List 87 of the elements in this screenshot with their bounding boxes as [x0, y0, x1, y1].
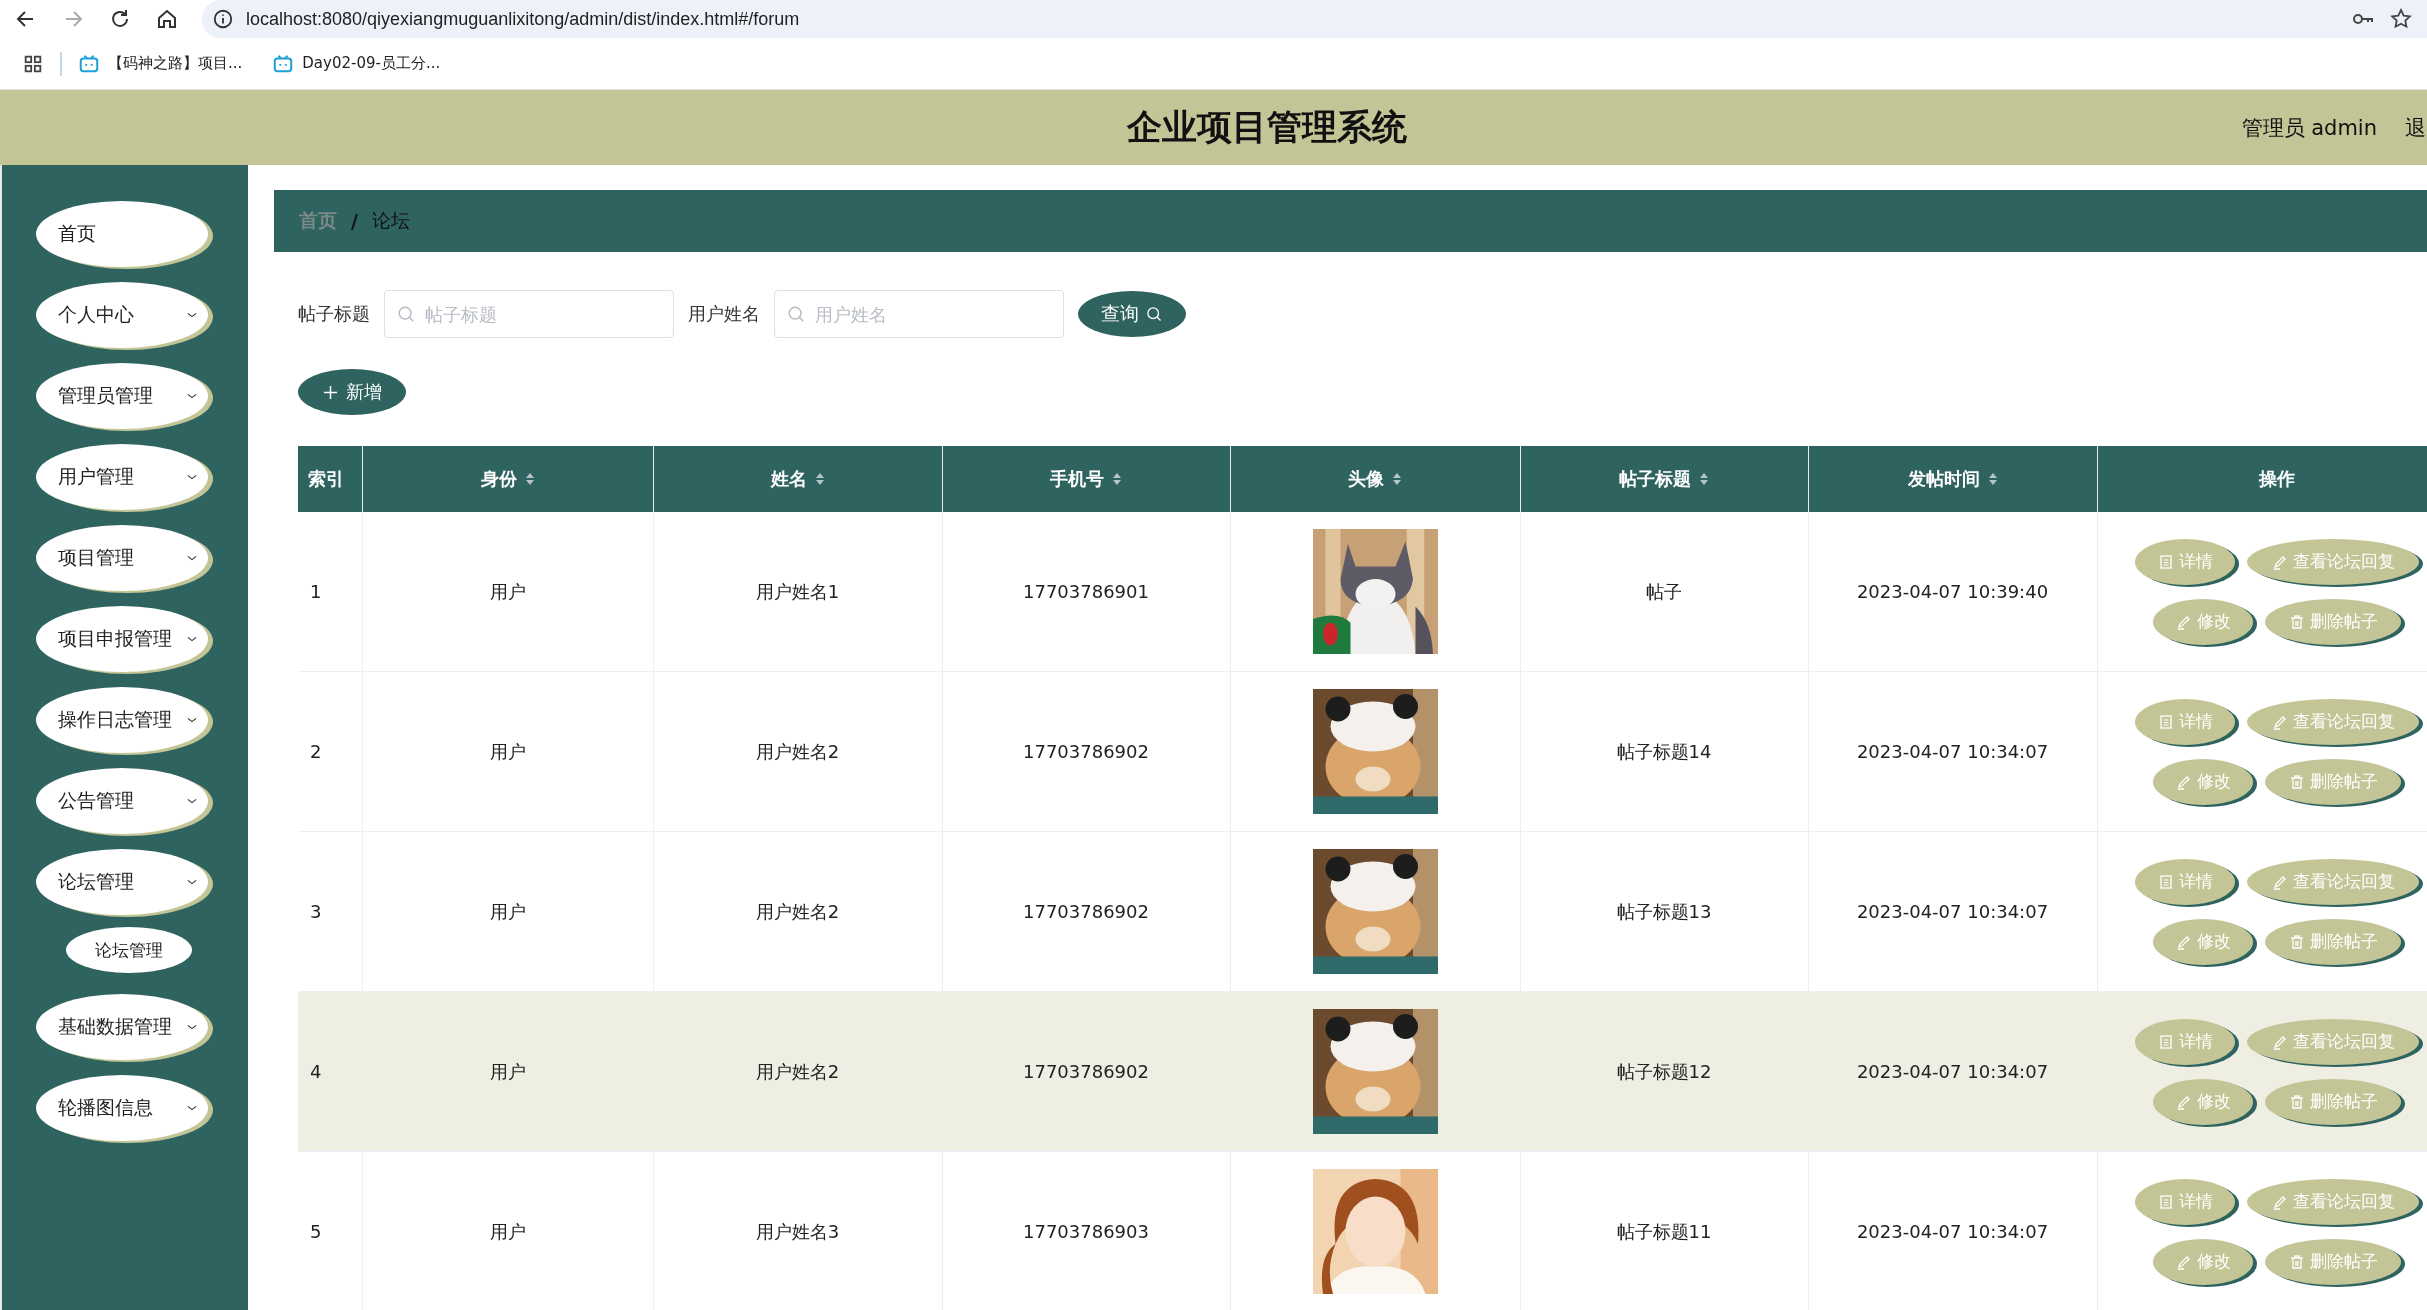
url-text: localhost:8080/qiyexiangmuguanlixitong/admin/dist/index.html#/forum [246, 8, 800, 30]
add-button[interactable]: 新增 [298, 369, 406, 415]
table-cell: 2023-04-07 10:39:40 [1856, 581, 2049, 602]
trash-icon [2288, 1093, 2305, 1110]
home-icon[interactable] [155, 7, 179, 31]
caret-icon [186, 391, 198, 401]
plus-icon [322, 384, 338, 400]
search-icon [1145, 305, 1163, 323]
breadcrumb-item: 论坛 [371, 208, 410, 233]
column-header[interactable]: 帖子标题 [1619, 467, 1691, 491]
table-cell: 2 [310, 741, 322, 762]
document-icon [2157, 713, 2174, 730]
sort-icon[interactable] [1392, 472, 1402, 486]
trash-icon [2288, 613, 2305, 630]
table-cell: 2023-04-07 10:34:07 [1856, 1221, 2049, 1242]
caret-icon [186, 553, 198, 563]
document-icon [2157, 1193, 2174, 1210]
table-cell: 用户 [489, 740, 526, 762]
trash-icon [2288, 1253, 2305, 1270]
document-icon [2157, 553, 2174, 570]
search-field[interactable]: 帖子标题 [384, 290, 674, 338]
sort-icon[interactable] [1699, 472, 1709, 486]
table-cell: 1 [310, 581, 322, 602]
query-button[interactable]: 查询 [1078, 291, 1186, 337]
table-cell: 帖子标题12 [1616, 1060, 1712, 1082]
column-header[interactable]: 手机号 [1050, 467, 1104, 491]
table-cell: 2023-04-07 10:34:07 [1856, 901, 2049, 922]
breadcrumb-separator: / [351, 210, 358, 232]
table-cell: 3 [310, 901, 322, 922]
caret-icon [186, 1103, 198, 1113]
table-cell: 17703786902 [1023, 1061, 1149, 1082]
document-icon [2157, 873, 2174, 890]
trash-icon [2288, 773, 2305, 790]
table-cell: 帖子标题11 [1616, 1220, 1712, 1242]
table-cell: 2023-04-07 10:34:07 [1856, 741, 2049, 762]
caret-icon [186, 1022, 198, 1032]
column-header[interactable]: 发帖时间 [1907, 467, 1980, 491]
caret-icon [186, 796, 198, 806]
table-cell: 帖子标题13 [1616, 900, 1712, 922]
bookmark[interactable]: Day02-09-员工分... [272, 52, 441, 75]
table-cell: 帖子 [1646, 580, 1682, 602]
table-cell: 用户姓名1 [755, 580, 840, 602]
sort-icon[interactable] [814, 472, 825, 486]
field-label: 用户姓名 [688, 302, 760, 326]
document-icon [2157, 1033, 2174, 1050]
info-icon[interactable] [212, 8, 234, 30]
star-icon[interactable] [2389, 7, 2413, 31]
caret-icon [186, 472, 198, 482]
table-cell: 用户 [489, 1220, 526, 1242]
search-icon [396, 304, 416, 324]
table-cell: 用户姓名2 [755, 1060, 840, 1082]
table-cell: 17703786902 [1023, 741, 1149, 762]
table-cell: 用户 [489, 580, 526, 602]
caret-icon [186, 877, 198, 887]
table-cell: 用户 [489, 900, 526, 922]
bookmark[interactable]: 【码神之路】项目... [78, 52, 243, 75]
caret-icon [186, 634, 198, 644]
address-bar[interactable]: localhost:8080/qiyexiangmuguanlixitong/admin/dist/index.html#/forum [202, 0, 2427, 38]
sort-icon[interactable] [524, 472, 535, 486]
sort-icon[interactable] [1112, 472, 1122, 486]
table-cell: 用户 [489, 1060, 526, 1082]
caret-icon [186, 310, 198, 320]
user-label: 管理员 admin [2241, 114, 2377, 142]
field-label: 帖子标题 [298, 302, 370, 326]
table-cell: 5 [310, 1221, 322, 1242]
column-header[interactable]: 头像 [1348, 467, 1384, 491]
table-cell: 用户姓名2 [755, 740, 840, 762]
app-title: 企业项目管理系统 [1125, 106, 1408, 149]
column-header: 操作 [2259, 467, 2295, 491]
table-cell: 2023-04-07 10:34:07 [1856, 1061, 2049, 1082]
table-cell: 4 [310, 1061, 322, 1082]
submenu-item[interactable]: 论坛管理 [66, 927, 192, 973]
column-header: 索引 [308, 467, 344, 491]
table-cell: 用户姓名2 [755, 900, 840, 922]
table-cell: 17703786901 [1023, 581, 1149, 602]
caret-icon [186, 715, 198, 725]
logout-link[interactable]: 退 [2405, 113, 2427, 142]
search-field[interactable]: 用户姓名 [774, 290, 1064, 338]
table-cell: 用户姓名3 [755, 1220, 840, 1242]
table-cell: 17703786902 [1023, 901, 1149, 922]
table-cell: 17703786903 [1023, 1221, 1149, 1242]
column-header[interactable]: 身份 [480, 467, 517, 491]
search-icon [786, 304, 806, 324]
trash-icon [2288, 933, 2305, 950]
sort-icon[interactable] [1987, 472, 1998, 486]
table-cell: 帖子标题14 [1616, 740, 1712, 762]
column-header[interactable]: 姓名 [770, 467, 807, 491]
